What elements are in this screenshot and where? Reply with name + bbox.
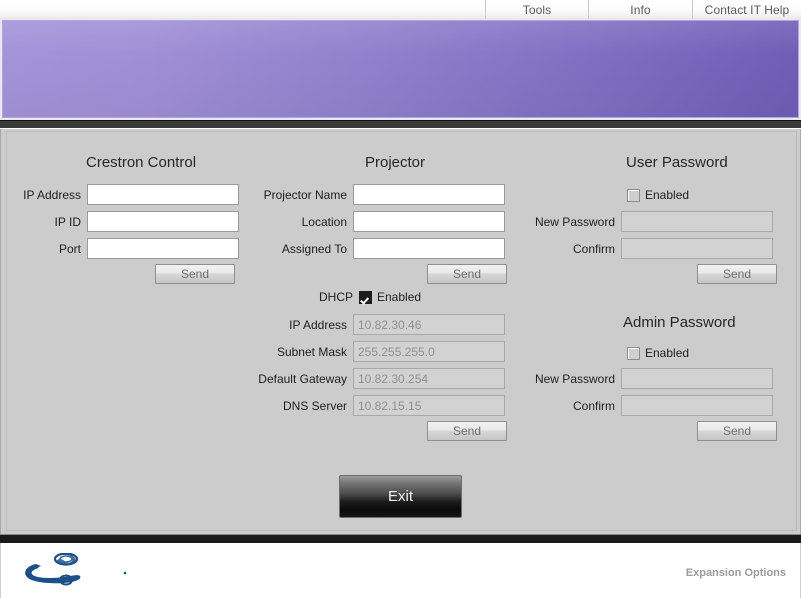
projector-assigned-to-row: Assigned To [255,238,505,259]
main-content-inner: Crestron Control IP Address IP ID Port S… [6,131,797,531]
nav-item-info-label: Info [630,2,651,17]
network-ip-address-label: IP Address [289,317,347,332]
nav-item-info[interactable]: Info [588,0,692,19]
admin-new-password-row: New Password [523,368,773,389]
crestron-ip-address-input[interactable] [87,184,239,205]
projector-location-input[interactable] [353,211,505,232]
admin-confirm-password-label: Confirm [572,398,615,413]
admin-password-enabled-checkbox[interactable] [627,346,640,360]
crestron-port-label: Port [58,241,81,256]
banner-area [0,19,801,120]
user-confirm-password-input [621,238,773,259]
main-content-panel: Crestron Control IP Address IP ID Port S… [0,129,801,534]
network-dns-server-input [353,395,505,416]
admin-new-password-label: New Password [534,371,615,386]
crestron-projector-control-page: Tools Info Contact IT Help Crestron Cont… [0,0,801,598]
user-new-password-row: New Password [523,211,773,232]
user-password-send-button[interactable]: Send [697,264,777,284]
footer-divider-bar [0,534,801,543]
crestron-port-input[interactable] [87,238,239,259]
dhcp-enabled-label: Enabled [377,290,422,304]
admin-password-send-button[interactable]: Send [697,421,777,441]
crestron-port-row: Port [17,238,239,259]
network-default-gateway-row: Default Gateway [255,368,505,389]
network-ip-address-row: IP Address [255,314,505,335]
network-default-gateway-label: Default Gateway [258,371,347,386]
dhcp-label: DHCP [318,290,353,304]
admin-password-enabled-row: Enabled [523,346,689,360]
dhcp-row: DHCP Enabled [255,290,421,304]
user-confirm-password-label: Confirm [572,241,615,256]
user-password-enabled-row: Enabled [523,188,689,202]
admin-password-enabled-label: Enabled [645,346,690,360]
nav-item-contact-it-help-label: Contact IT Help [704,2,790,17]
exit-button[interactable]: Exit [339,475,462,518]
crestron-ip-address-row: IP Address [17,184,239,205]
network-subnet-mask-input [353,341,505,362]
projector-assigned-to-label: Assigned To [281,241,347,256]
admin-confirm-password-row: Confirm [523,395,773,416]
crestron-ip-id-row: IP ID [17,211,239,232]
expansion-options-label: Expansion Options [685,567,786,579]
network-default-gateway-input [353,368,505,389]
projector-location-row: Location [255,211,505,232]
dhcp-enabled-checkbox[interactable] [359,290,372,304]
user-new-password-label: New Password [534,214,615,229]
projector-heading: Projector [365,154,426,171]
crestron-logo: CRESTRON [20,553,135,587]
nav-item-tools-label: Tools [522,2,552,17]
network-ip-address-input [353,314,505,335]
crestron-ip-id-label: IP ID [54,214,81,229]
crestron-control-heading: Crestron Control [86,154,197,171]
projector-name-row: Projector Name [255,184,505,205]
crestron-ip-address-label: IP Address [23,187,81,202]
crestron-control-send-button[interactable]: Send [155,264,235,284]
user-new-password-input [621,211,773,232]
projector-name-label: Projector Name [263,187,347,202]
crestron-ip-id-input[interactable] [87,211,239,232]
top-navigation-bar: Tools Info Contact IT Help [0,0,801,19]
projector-location-label: Location [301,214,347,229]
nav-item-tools[interactable]: Tools [485,0,588,19]
projector-send-button[interactable]: Send [427,264,507,284]
purple-header-banner [2,20,799,118]
header-divider-bar [0,120,801,129]
user-password-enabled-label: Enabled [645,188,690,202]
admin-password-heading: Admin Password [623,314,736,331]
user-confirm-password-row: Confirm [523,238,773,259]
network-subnet-mask-row: Subnet Mask [255,341,505,362]
network-subnet-mask-label: Subnet Mask [276,344,347,359]
nav-item-contact-it-help[interactable]: Contact IT Help [692,0,801,19]
user-password-heading: User Password [626,154,728,171]
network-dns-server-row: DNS Server [255,395,505,416]
network-dns-server-label: DNS Server [282,398,347,413]
projector-name-input[interactable] [353,184,505,205]
projector-assigned-to-input[interactable] [353,238,505,259]
admin-new-password-input [621,368,773,389]
admin-confirm-password-input [621,395,773,416]
crestron-logo-text: CRESTRON [37,563,113,578]
network-send-button[interactable]: Send [427,421,507,441]
user-password-enabled-checkbox[interactable] [627,188,640,202]
